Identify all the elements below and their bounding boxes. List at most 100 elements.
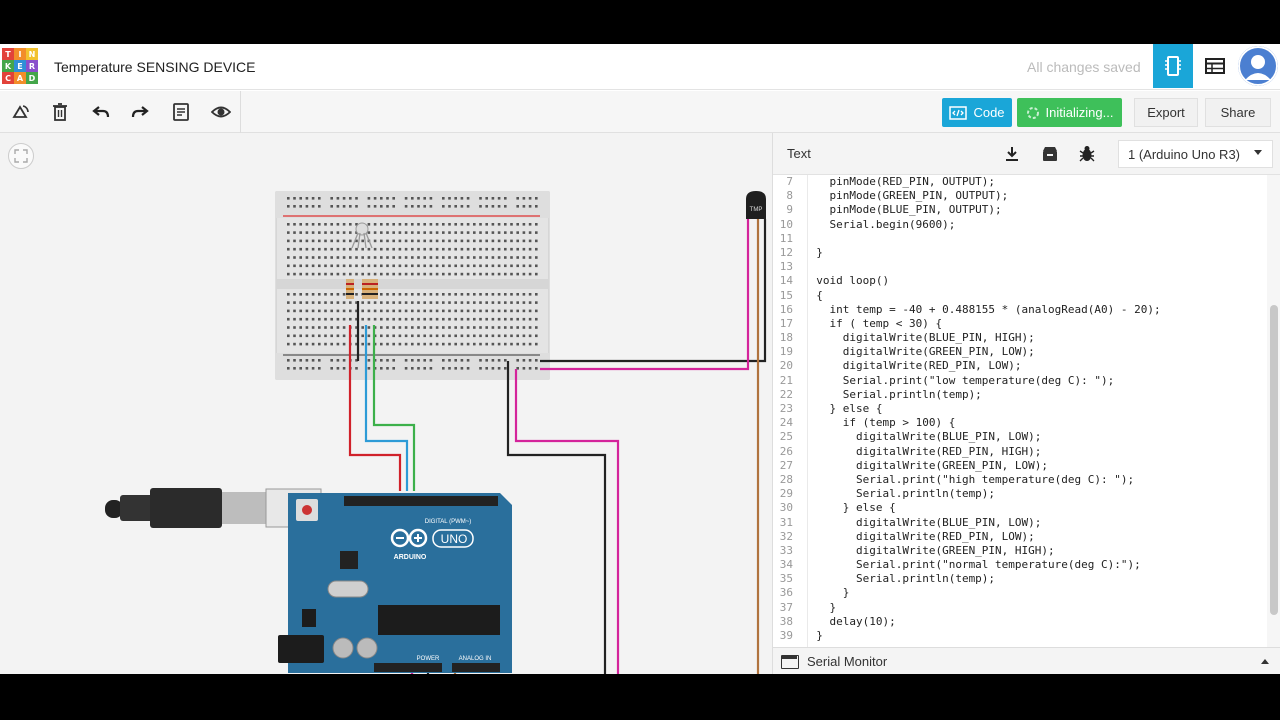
code-line: 26 digitalWrite(RED_PIN, HIGH); bbox=[773, 445, 1267, 459]
table-icon bbox=[1205, 58, 1225, 74]
list-view-button[interactable] bbox=[1195, 44, 1235, 88]
code-text: delay(10); bbox=[803, 614, 896, 628]
code-line: 37 } bbox=[773, 601, 1267, 615]
power-header-label: POWER bbox=[417, 656, 440, 662]
digital-header-label: DIGITAL (PWM~) bbox=[425, 519, 472, 525]
chip-icon bbox=[1165, 56, 1181, 76]
code-line: 7 pinMode(RED_PIN, OUTPUT); bbox=[773, 175, 1267, 189]
code-text: digitalWrite(RED_PIN, HIGH); bbox=[803, 444, 1042, 458]
code-line: 9 pinMode(BLUE_PIN, OUTPUT); bbox=[773, 203, 1267, 217]
code-line: 8 pinMode(GREEN_PIN, OUTPUT); bbox=[773, 189, 1267, 203]
toolbar: Code Initializing... Export Share bbox=[0, 91, 1280, 133]
code-line: 12 } bbox=[773, 246, 1267, 260]
code-line: 20 digitalWrite(RED_PIN, LOW); bbox=[773, 359, 1267, 373]
code-button[interactable]: Code bbox=[942, 98, 1012, 127]
logo-tile: A bbox=[14, 72, 26, 84]
code-line: 18 digitalWrite(BLUE_PIN, HIGH); bbox=[773, 331, 1267, 345]
download-icon bbox=[1006, 147, 1018, 161]
chevron-up-icon[interactable] bbox=[1261, 659, 1269, 664]
circuit-view-button[interactable] bbox=[1153, 44, 1193, 88]
code-line: 30 } else { bbox=[773, 501, 1267, 515]
code-line: 31 digitalWrite(BLUE_PIN, LOW); bbox=[773, 516, 1267, 530]
line-number: 33 bbox=[779, 543, 793, 557]
line-number: 9 bbox=[786, 203, 793, 217]
code-editor[interactable]: 7 pinMode(RED_PIN, OUTPUT); 8 pinMode(GRE… bbox=[773, 175, 1267, 647]
code-button-label: Code bbox=[973, 105, 1005, 120]
breadboard[interactable] bbox=[275, 191, 550, 380]
code-line: 27 digitalWrite(GREEN_PIN, LOW); bbox=[773, 459, 1267, 473]
library-icon bbox=[1043, 147, 1057, 161]
delete-button[interactable] bbox=[47, 99, 73, 125]
code-text: if (temp > 100) { bbox=[803, 416, 956, 430]
code-text: digitalWrite(RED_PIN, LOW); bbox=[803, 529, 1035, 543]
line-number: 20 bbox=[779, 359, 793, 373]
device-select[interactable]: 1 (Arduino Uno R3) bbox=[1118, 140, 1273, 168]
scrollbar-thumb[interactable] bbox=[1270, 305, 1278, 615]
undo-button[interactable] bbox=[88, 99, 114, 125]
start-simulation-button[interactable]: Initializing... bbox=[1017, 98, 1122, 127]
code-line: 32 digitalWrite(RED_PIN, LOW); bbox=[773, 530, 1267, 544]
serial-monitor-bar[interactable]: Serial Monitor bbox=[773, 647, 1280, 674]
header-bar: TINKERCAD Temperature SENSING DEVICE All… bbox=[0, 44, 1280, 90]
logo-tile: T bbox=[2, 48, 14, 60]
logo-tile: D bbox=[26, 72, 38, 84]
redo-button[interactable] bbox=[127, 99, 153, 125]
code-line: 21 Serial.print("low temperature(deg C):… bbox=[773, 374, 1267, 388]
code-text: } else { bbox=[803, 501, 896, 515]
project-title[interactable]: Temperature SENSING DEVICE bbox=[54, 59, 256, 75]
visibility-toggle[interactable] bbox=[208, 99, 234, 125]
share-button[interactable]: Share bbox=[1205, 98, 1271, 127]
toolbar-divider bbox=[240, 91, 241, 133]
notes-button[interactable] bbox=[168, 99, 194, 125]
line-number: 19 bbox=[779, 345, 793, 359]
line-number: 12 bbox=[779, 245, 793, 259]
code-text: digitalWrite(BLUE_PIN, LOW); bbox=[803, 515, 1042, 529]
line-number: 17 bbox=[779, 316, 793, 330]
download-code-button[interactable] bbox=[997, 141, 1027, 167]
chevron-down-icon bbox=[1254, 150, 1262, 155]
line-number: 32 bbox=[779, 529, 793, 543]
zoom-to-fit-button[interactable] bbox=[8, 143, 34, 169]
serial-monitor-label: Serial Monitor bbox=[807, 654, 888, 669]
line-number: 39 bbox=[779, 629, 793, 642]
code-text: void loop() bbox=[803, 274, 890, 288]
code-text: pinMode(BLUE_PIN, OUTPUT); bbox=[803, 203, 1002, 217]
arduino-board[interactable]: UNO ARDUINO DIGITAL (PWM~) POWER ANALOG … bbox=[278, 493, 512, 673]
upload-button[interactable] bbox=[1035, 141, 1065, 167]
tinkercad-logo[interactable]: TINKERCAD bbox=[2, 48, 38, 84]
code-line: 24 if (temp > 100) { bbox=[773, 416, 1267, 430]
code-scrollbar[interactable] bbox=[1267, 175, 1280, 647]
code-line: 28 Serial.print("high temperature(deg C)… bbox=[773, 473, 1267, 487]
circuit-canvas[interactable]: TMP UNO ARDUINO DIGITAL (PWM~) POWER ANA… bbox=[0, 133, 772, 674]
line-number: 7 bbox=[786, 175, 793, 188]
simulation-status-label: Initializing... bbox=[1045, 105, 1114, 120]
rotate-tool-button[interactable] bbox=[8, 99, 34, 125]
debugger-button[interactable] bbox=[1072, 141, 1102, 167]
export-button[interactable]: Export bbox=[1134, 98, 1198, 127]
code-text: Serial.print("normal temperature(deg C):… bbox=[803, 558, 1141, 572]
code-line: 29 Serial.println(temp); bbox=[773, 487, 1267, 501]
resistors[interactable] bbox=[346, 279, 378, 299]
code-line: 23 } else { bbox=[773, 402, 1267, 416]
code-text: int temp = -40 + 0.488155 * (analogRead(… bbox=[803, 302, 1161, 316]
code-line: 16 int temp = -40 + 0.488155 * (analogRe… bbox=[773, 303, 1267, 317]
line-number: 16 bbox=[779, 302, 793, 316]
code-text: { bbox=[803, 288, 823, 302]
code-text: Serial.begin(9600); bbox=[803, 217, 956, 231]
user-avatar[interactable] bbox=[1238, 46, 1278, 86]
spinner-icon bbox=[1026, 106, 1039, 119]
line-number: 27 bbox=[779, 458, 793, 472]
code-mode-dropdown[interactable]: Text bbox=[787, 146, 811, 161]
line-number: 14 bbox=[779, 274, 793, 288]
line-number: 13 bbox=[779, 260, 793, 274]
line-number: 11 bbox=[779, 231, 793, 245]
temperature-sensor[interactable]: TMP bbox=[746, 191, 766, 219]
code-panel-header: Text 1 (Arduino Uno R3) bbox=[773, 133, 1280, 175]
line-number: 34 bbox=[779, 558, 793, 572]
device-select-value: 1 (Arduino Uno R3) bbox=[1128, 146, 1240, 162]
code-editor-icon bbox=[949, 105, 968, 120]
line-number: 29 bbox=[779, 487, 793, 501]
trash-icon bbox=[53, 103, 67, 121]
notes-icon bbox=[173, 103, 189, 121]
circuit-drawing: TMP UNO ARDUINO DIGITAL (PWM~) POWER ANA… bbox=[105, 191, 767, 674]
